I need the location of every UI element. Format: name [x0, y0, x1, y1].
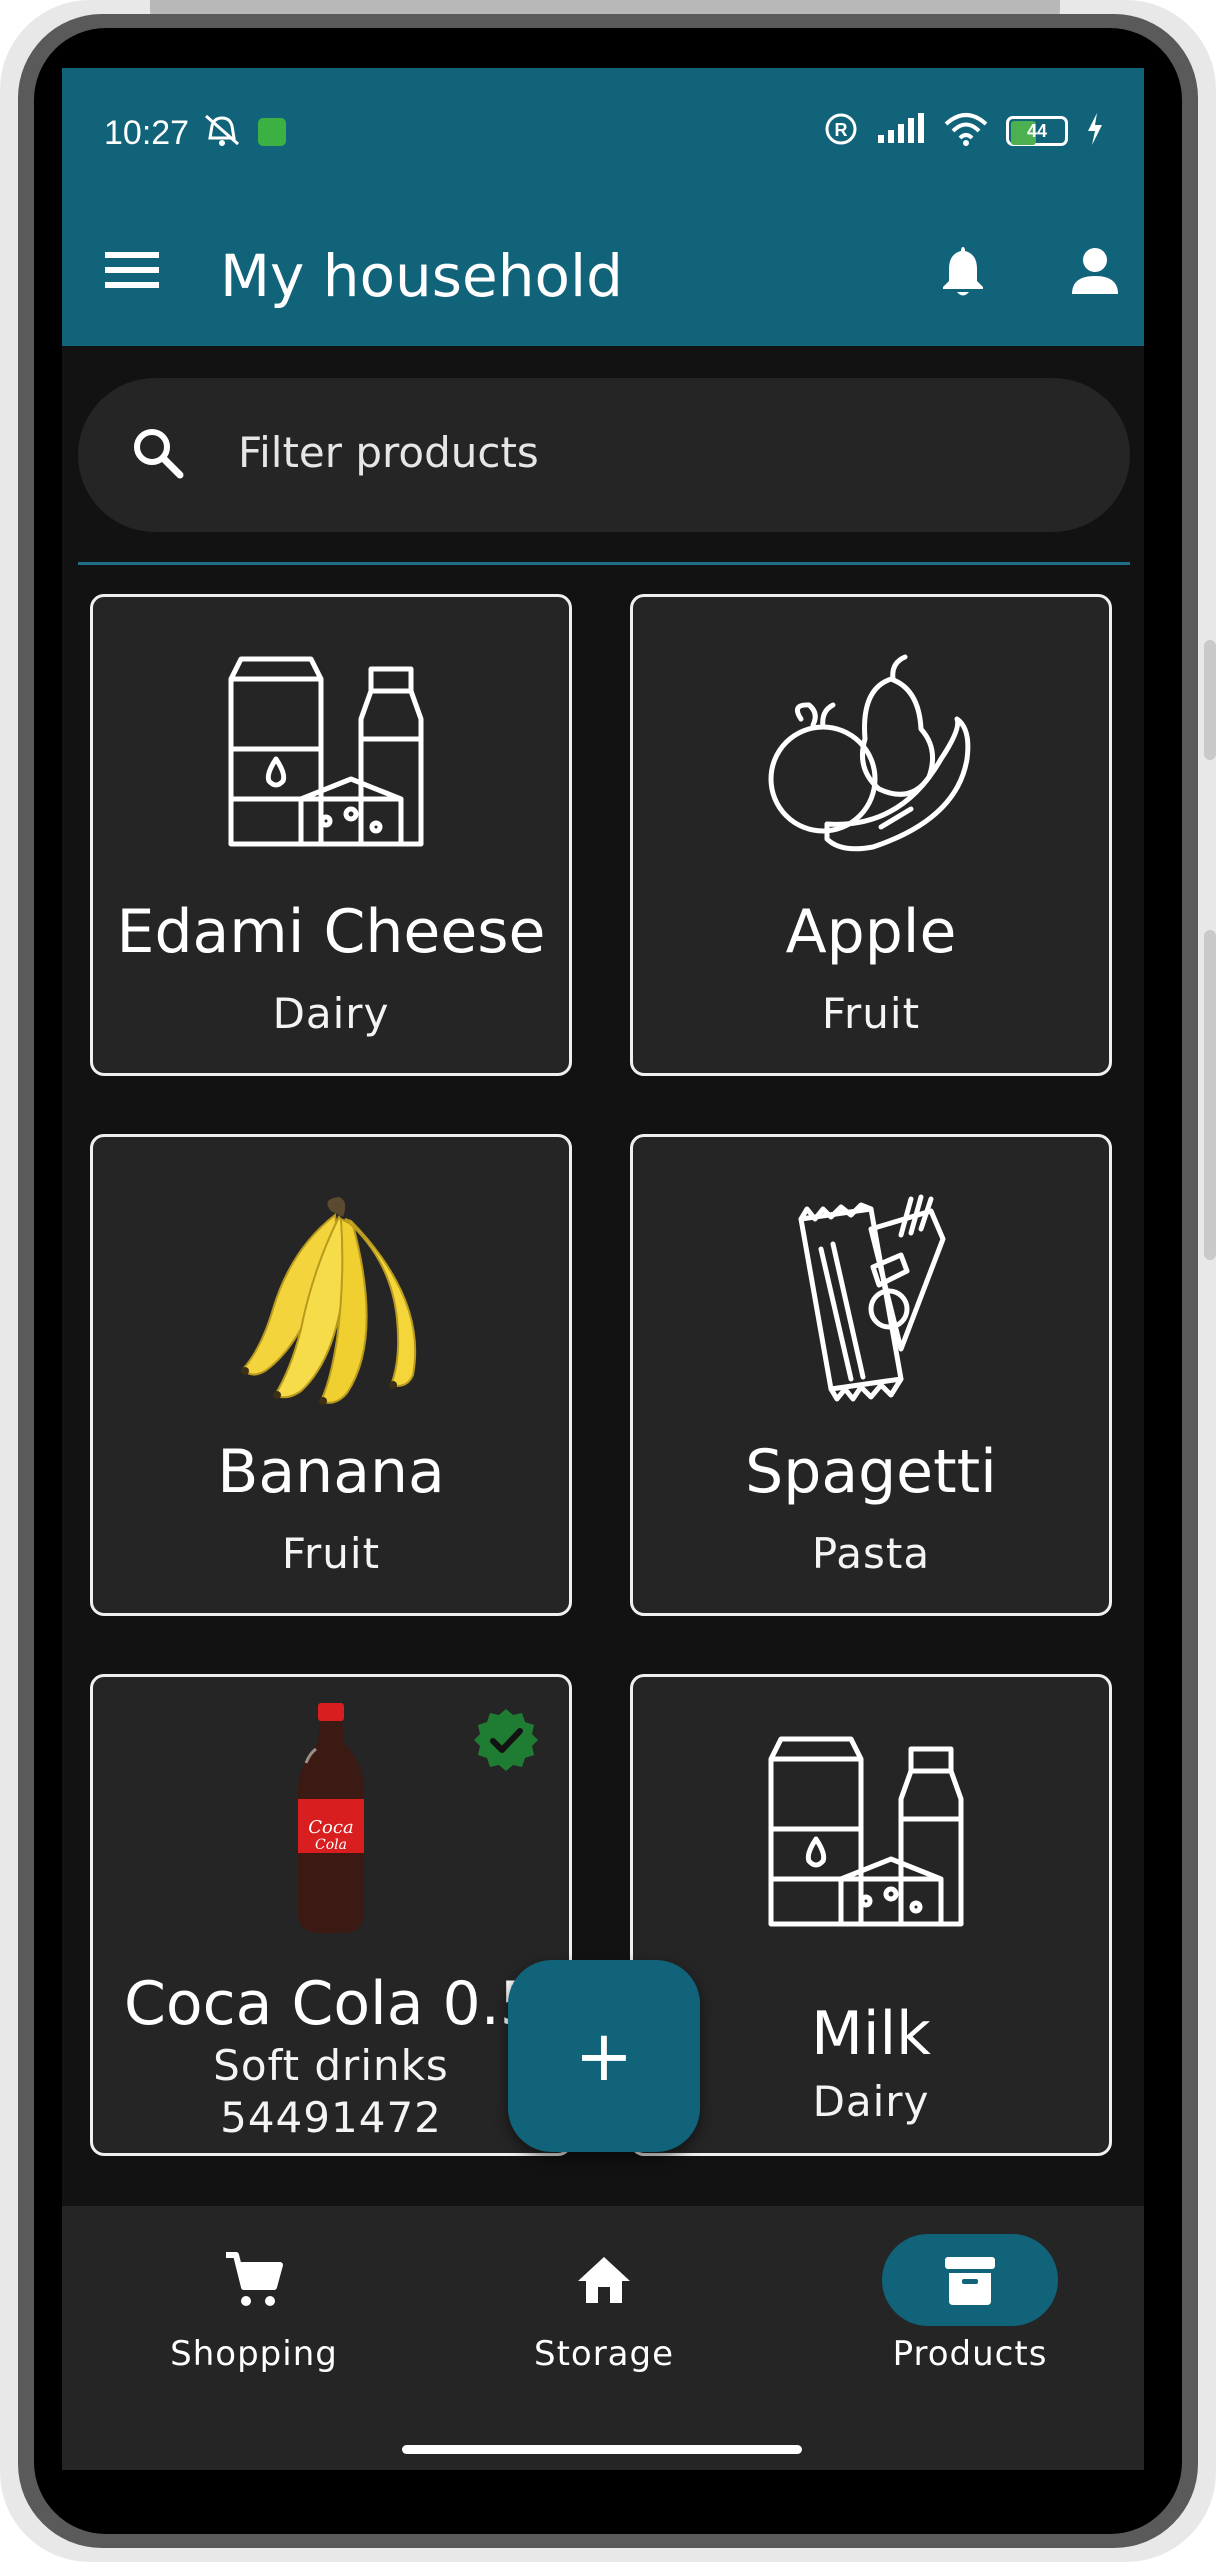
svg-text:Cola: Cola: [315, 1837, 347, 1853]
signal-icon: [876, 113, 926, 149]
page-title: My household: [220, 242, 623, 310]
nav-icon-wrap: [516, 2234, 692, 2326]
product-category: Dairy: [812, 2077, 930, 2126]
product-category: Dairy: [272, 989, 390, 1038]
charging-icon: [1086, 113, 1104, 149]
add-product-button[interactable]: +: [508, 1960, 700, 2152]
dairy-products-icon: [93, 649, 569, 859]
menu-button[interactable]: [102, 240, 162, 300]
product-name: Milk: [811, 1999, 931, 2069]
bottom-navigation: Shopping Storage Products: [62, 2206, 1144, 2470]
mute-icon: [202, 112, 242, 152]
product-name: Apple: [785, 897, 957, 967]
nav-icon-wrap: [166, 2234, 342, 2326]
product-name: Edami Cheese: [116, 897, 546, 967]
search-icon: [134, 429, 184, 479]
status-time: 10:27: [104, 114, 190, 152]
hamburger-menu-icon: [105, 252, 159, 288]
product-card[interactable]: Milk Dairy: [630, 1674, 1112, 2156]
registered-icon: R: [824, 112, 858, 150]
nav-item-storage[interactable]: Storage: [454, 2234, 754, 2394]
product-card[interactable]: Spagetti Pasta: [630, 1134, 1112, 1616]
battery-icon: 44: [1006, 116, 1068, 146]
product-category: Fruit: [281, 1529, 381, 1578]
app-notification-icon: [258, 118, 286, 146]
product-card[interactable]: Banana Fruit: [90, 1134, 572, 1616]
banana-photo: [93, 1189, 569, 1405]
cart-icon: [226, 2252, 283, 2306]
pasta-package-icon: [633, 1189, 1109, 1402]
nav-label: Shopping: [170, 2334, 338, 2374]
verified-badge-icon: [474, 1709, 538, 1771]
person-icon: [1072, 248, 1118, 294]
profile-button[interactable]: [1064, 240, 1126, 302]
add-icon: +: [574, 2015, 634, 2097]
phone-power-button: [1204, 640, 1216, 760]
search-divider: [78, 562, 1130, 565]
product-name: Spagetti: [745, 1437, 997, 1507]
bell-icon: [943, 247, 983, 296]
product-category: Pasta: [811, 1529, 931, 1578]
dairy-products-icon: [633, 1729, 1109, 1939]
archive-box-icon: [945, 2257, 995, 2305]
notifications-button[interactable]: [932, 240, 994, 302]
product-category: Soft drinks: [213, 2041, 449, 2090]
search-placeholder: Filter products: [238, 428, 539, 477]
status-icons-left: [202, 112, 286, 152]
app-bar: My household: [62, 196, 1144, 346]
product-card[interactable]: Coca Cola Coca Cola 0.5 Soft drinks 5449…: [90, 1674, 572, 2156]
product-name: Banana: [217, 1437, 445, 1507]
nav-label: Storage: [533, 2334, 675, 2374]
status-icons-right: R 44: [824, 112, 1104, 150]
nav-item-shopping[interactable]: Shopping: [104, 2234, 404, 2394]
home-indicator[interactable]: [402, 2445, 802, 2454]
product-barcode: 54491472: [220, 2093, 442, 2142]
app-screen: 10:27 R 44 My household Filter products …: [62, 68, 1144, 2470]
product-card[interactable]: Edami Cheese Dairy: [90, 594, 572, 1076]
nav-label: Products: [892, 2334, 1048, 2374]
product-name: Coca Cola 0.5: [124, 1969, 538, 2039]
home-icon: [578, 2257, 630, 2303]
search-field[interactable]: Filter products: [78, 378, 1130, 532]
product-card[interactable]: Apple Fruit: [630, 594, 1112, 1076]
nav-icon-wrap-active: [882, 2234, 1058, 2326]
battery-level: 44: [1026, 120, 1048, 141]
phone-volume-button: [1204, 930, 1216, 1260]
fruit-icon: [633, 649, 1109, 859]
status-bar: 10:27 R 44: [62, 68, 1144, 196]
wifi-icon: [944, 112, 988, 150]
svg-text:Coca: Coca: [308, 1817, 353, 1838]
product-category: Fruit: [821, 989, 921, 1038]
nav-item-products[interactable]: Products: [820, 2234, 1120, 2394]
svg-text:R: R: [835, 120, 848, 140]
